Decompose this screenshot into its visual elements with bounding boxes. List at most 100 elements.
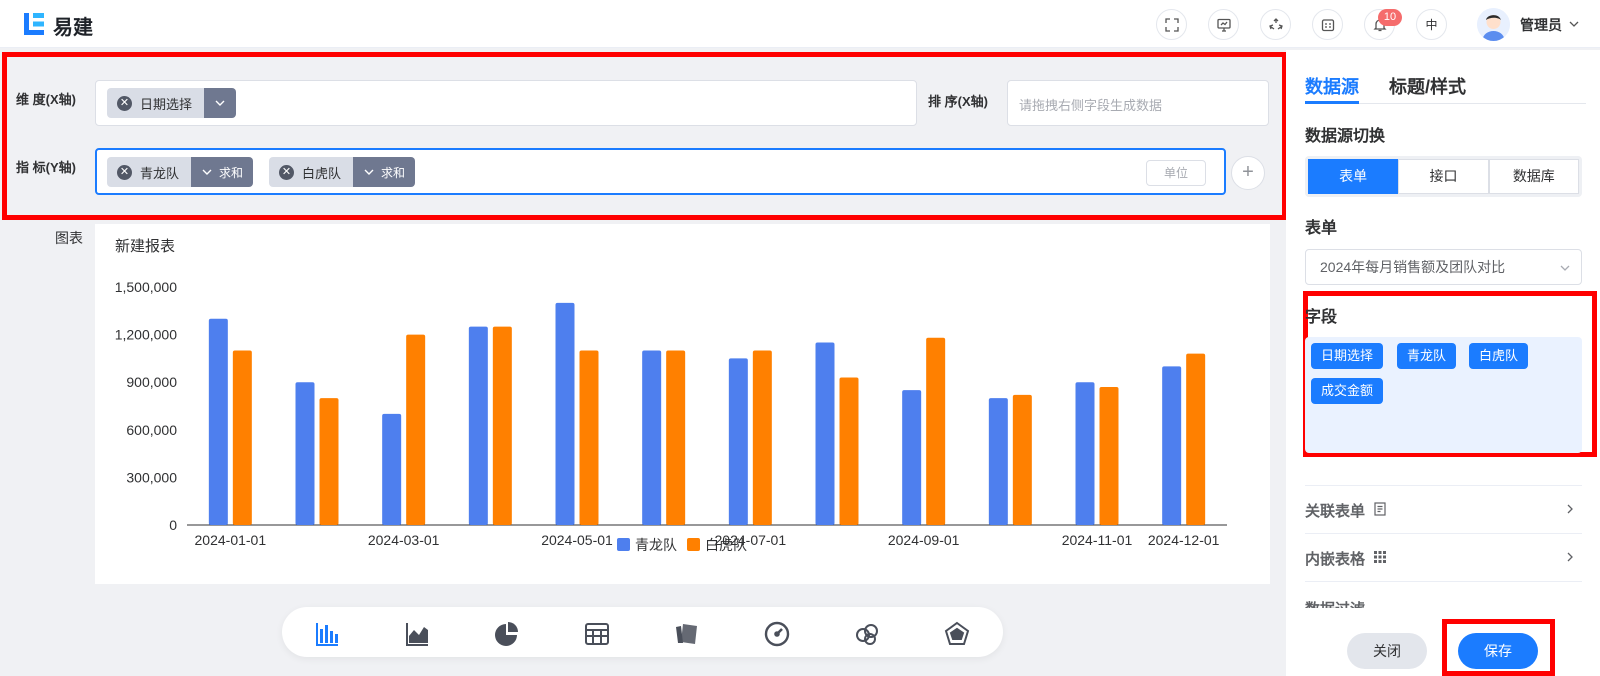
source-option-form[interactable]: 表单 xyxy=(1308,159,1399,194)
metric-drop-area[interactable] xyxy=(95,148,1226,195)
chart-type-pie-button[interactable] xyxy=(494,621,520,647)
chart-type-area-button[interactable] xyxy=(404,621,430,647)
related-form-label: 关联表单 xyxy=(1305,503,1366,520)
source-option-database[interactable]: 数据库 xyxy=(1488,159,1579,194)
close-icon[interactable]: ✕ xyxy=(279,164,294,180)
aggregation-label: 求和 xyxy=(381,165,406,180)
bar-白虎队-2024-03-01 xyxy=(406,334,426,525)
save-button[interactable]: 保存 xyxy=(1458,633,1538,669)
embedded-table-row[interactable]: 内嵌表格 xyxy=(1305,533,1582,581)
add-metric-button[interactable]: + xyxy=(1231,156,1265,190)
related-form-row[interactable]: 关联表单 xyxy=(1305,485,1582,533)
bar-白虎队-2024-05-01 xyxy=(579,350,599,525)
tab-title-style[interactable]: 标题/样式 xyxy=(1389,73,1466,99)
bar-白虎队-2024-06-01 xyxy=(666,350,686,525)
bar-白虎队-2024-02-01 xyxy=(319,398,339,525)
close-icon[interactable]: ✕ xyxy=(117,164,132,180)
metric-chip-dropdown[interactable]: 求和 xyxy=(191,157,254,187)
sort-placeholder: 请拖拽右侧字段生成数据 xyxy=(1019,98,1163,113)
form-select[interactable]: 2024年每月销售额及团队对比 xyxy=(1305,249,1582,285)
top-bar: 易建 10 中 管理员 xyxy=(0,0,1600,48)
close-button[interactable]: 关闭 xyxy=(1347,633,1427,669)
avatar[interactable] xyxy=(1477,8,1510,41)
bar-青龙队-2024-04-01 xyxy=(468,326,488,525)
metric-chip[interactable]: ✕ 青龙队 求和 xyxy=(107,157,254,187)
bar-chart: 0 300,000 600,000 900,000 1,200,000 1,500,000… xyxy=(115,279,1227,553)
bar-青龙队-2024-09-01 xyxy=(902,390,922,525)
chevron-down-icon xyxy=(364,169,374,175)
chart-type-bar-button[interactable] xyxy=(314,621,340,647)
chevron-down-icon xyxy=(202,169,212,175)
avatar-image xyxy=(1477,8,1510,41)
chevron-down-icon xyxy=(1560,265,1570,271)
bar-白虎队-2024-09-01 xyxy=(926,337,946,525)
radar-icon xyxy=(944,621,970,645)
bar-白虎队-2024-04-01 xyxy=(492,326,512,525)
metric-chip-label: 白虎队 xyxy=(302,165,342,181)
chart-type-funnel-button[interactable] xyxy=(854,621,880,647)
divider xyxy=(1305,581,1582,582)
y-tick-label: 900,000 xyxy=(126,374,177,390)
language-button[interactable]: 中 xyxy=(1416,9,1447,40)
field-chip[interactable]: 成交金额 xyxy=(1311,378,1384,404)
bar-青龙队-2024-03-01 xyxy=(382,413,402,525)
grid-icon xyxy=(1374,551,1386,563)
bar-青龙队-2024-07-01 xyxy=(728,358,748,525)
form-title: 表单 xyxy=(1305,220,1338,237)
chevron-right-icon xyxy=(1567,504,1573,514)
bar-白虎队-2024-12-01 xyxy=(1186,353,1206,525)
source-option-api[interactable]: 接口 xyxy=(1398,159,1489,194)
user-name[interactable]: 管理员 xyxy=(1520,15,1562,35)
field-chip[interactable]: 日期选择 xyxy=(1311,343,1384,369)
field-chip[interactable]: 白虎队 xyxy=(1469,343,1529,369)
app-name: 易建 xyxy=(53,17,93,39)
monitor-button[interactable] xyxy=(1208,9,1239,40)
fullscreen-button[interactable] xyxy=(1156,9,1187,40)
metric-label: 指 标(Y轴) xyxy=(16,160,76,175)
recycle-button[interactable] xyxy=(1260,9,1291,40)
chevron-down-icon[interactable] xyxy=(1568,18,1580,30)
x-tick-label: 2024-11-01 xyxy=(1062,532,1133,548)
metric-chip-dropdown[interactable]: 求和 xyxy=(353,157,416,187)
chart-type-bar xyxy=(282,607,1003,657)
bar-白虎队-2024-10-01 xyxy=(1012,394,1032,525)
tab-data-source[interactable]: 数据源 xyxy=(1305,73,1359,99)
aggregation-label: 求和 xyxy=(219,165,244,180)
metric-chip[interactable]: ✕ 白虎队 求和 xyxy=(269,157,416,187)
bar-青龙队-2024-10-01 xyxy=(988,398,1008,525)
field-chip[interactable]: 青龙队 xyxy=(1397,343,1457,369)
document-icon xyxy=(1374,502,1386,516)
logo-icon xyxy=(24,13,44,35)
fullscreen-icon xyxy=(1164,17,1179,32)
monitor-icon xyxy=(1216,18,1231,32)
pie-chart-icon xyxy=(495,622,518,646)
close-icon[interactable]: ✕ xyxy=(117,95,132,111)
chart-type-radar-button[interactable] xyxy=(944,621,970,647)
y-tick-label: 1,500,000 xyxy=(115,279,177,295)
sort-label: 排 序(X轴) xyxy=(928,94,988,109)
calendar-button[interactable] xyxy=(1312,9,1343,40)
dimension-chip-dropdown[interactable] xyxy=(204,88,237,118)
bar-青龙队-2024-02-01 xyxy=(295,382,315,525)
y-tick-label: 0 xyxy=(169,517,177,533)
bar-青龙队-2024-12-01 xyxy=(1162,366,1182,525)
y-tick-label: 600,000 xyxy=(126,422,177,438)
chart-title: 新建报表 xyxy=(115,238,176,255)
x-tick-label: 2024-03-01 xyxy=(368,532,440,548)
chart-type-table-button[interactable] xyxy=(584,621,610,647)
chart-type-gauge-button[interactable] xyxy=(764,621,790,647)
data-filter-label[interactable]: 数据过滤 xyxy=(1305,598,1365,608)
legend-label: 白虎队 xyxy=(705,537,747,553)
unit-button[interactable]: 单位 xyxy=(1146,160,1206,186)
y-tick-label: 1,200,000 xyxy=(115,327,177,343)
chart-type-card-button[interactable] xyxy=(674,621,700,647)
source-switch: 表单 接口 数据库 xyxy=(1305,156,1582,197)
dimension-chip[interactable]: ✕ 日期选择 xyxy=(107,88,237,118)
form-select-value: 2024年每月销售额及团队对比 xyxy=(1320,259,1506,275)
chevron-right-icon xyxy=(1567,552,1573,562)
bar-青龙队-2024-11-01 xyxy=(1075,382,1095,525)
bar-青龙队-2024-08-01 xyxy=(815,342,835,525)
bar-青龙队-2024-01-01 xyxy=(208,318,228,525)
source-switch-title: 数据源切换 xyxy=(1305,128,1386,145)
x-tick-label: 2024-01-01 xyxy=(195,532,267,548)
